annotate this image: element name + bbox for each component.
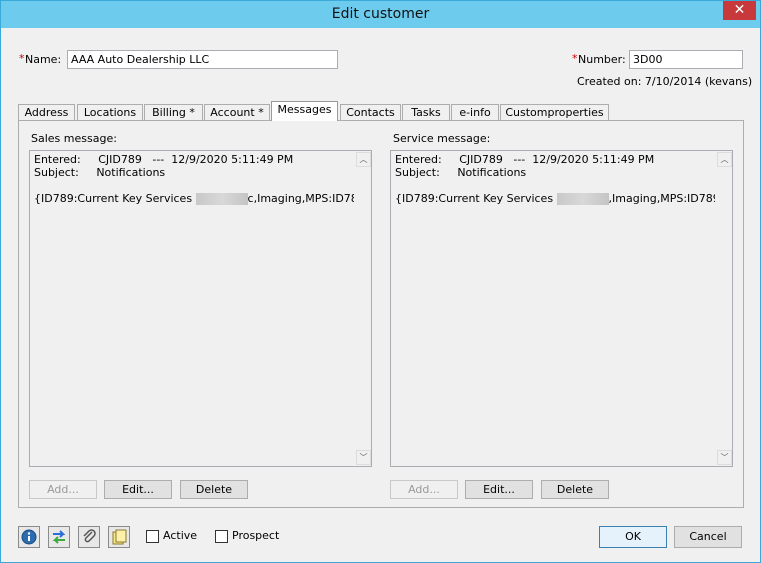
tab-billing[interactable]: Billing * — [144, 104, 203, 120]
service-scrollbar[interactable]: ︿ ﹀ — [715, 151, 732, 466]
number-field[interactable]: 3D00 — [629, 50, 743, 69]
title-bar[interactable]: Edit customer ✕ — [1, 1, 760, 28]
notes-icon — [112, 529, 127, 545]
messages-tab-panel: Sales message: Entered: CJID789 --- 12/9… — [18, 120, 744, 508]
active-checkbox[interactable] — [146, 530, 159, 543]
service-body-prefix: {ID789:Current Key Services — [395, 192, 557, 205]
tab-messages[interactable]: Messages — [271, 101, 338, 121]
ok-button[interactable]: OK — [599, 526, 667, 548]
close-button[interactable]: ✕ — [723, 1, 756, 20]
service-add-button[interactable]: Add... — [390, 480, 458, 499]
scroll-down-icon[interactable]: ﹀ — [717, 450, 732, 465]
sales-message-label: Sales message: — [31, 132, 117, 145]
name-label: Name: — [25, 53, 62, 66]
swap-button[interactable] — [48, 526, 70, 548]
name-required-marker: * — [19, 52, 25, 65]
tab-e-info[interactable]: e-info — [451, 104, 499, 120]
prospect-label: Prospect — [232, 529, 280, 542]
redacted-text — [556, 193, 609, 205]
active-label: Active — [163, 529, 198, 542]
service-subject-value: Notifications — [457, 166, 527, 179]
tab-address[interactable]: Address — [18, 104, 75, 120]
window-title: Edit customer — [331, 6, 430, 22]
name-field[interactable]: AAA Auto Dealership LLC — [67, 50, 338, 69]
service-entered-value: CJID789 --- 12/9/2020 5:11:49 PM — [459, 153, 655, 166]
service-message-content: Entered: CJID789 --- 12/9/2020 5:11:49 P… — [395, 153, 727, 205]
sales-subject-value: Notifications — [96, 166, 166, 179]
scroll-up-icon[interactable]: ︿ — [356, 152, 371, 167]
scroll-down-icon[interactable]: ﹀ — [356, 450, 371, 465]
sales-edit-button[interactable]: Edit... — [104, 480, 172, 499]
info-button[interactable] — [18, 526, 40, 548]
number-required-marker: * — [572, 52, 578, 65]
notes-button[interactable] — [108, 526, 130, 548]
service-body-suffix: ,Imaging,MPS:ID789} — [608, 192, 727, 205]
info-icon — [21, 529, 37, 545]
dialog-body: * Name: AAA Auto Dealership LLC * Number… — [1, 28, 760, 562]
service-delete-button[interactable]: Delete — [541, 480, 609, 499]
created-on-text: Created on: 7/10/2014 (kevans) — [577, 75, 753, 88]
edit-customer-window: Edit customer ✕ * Name: AAA Auto Dealers… — [0, 0, 761, 563]
tab-account[interactable]: Account * — [204, 104, 270, 120]
service-subject-label: Subject: — [395, 166, 440, 179]
sales-message-box[interactable]: Entered: CJID789 --- 12/9/2020 5:11:49 P… — [29, 150, 372, 467]
tab-contacts[interactable]: Contacts — [340, 104, 401, 120]
sales-subject-label: Subject: — [34, 166, 79, 179]
number-label: Number: — [578, 53, 626, 66]
sales-delete-button[interactable]: Delete — [180, 480, 248, 499]
redacted-text — [195, 193, 248, 205]
service-edit-button[interactable]: Edit... — [465, 480, 533, 499]
prospect-checkbox[interactable] — [215, 530, 228, 543]
sales-message-content: Entered: CJID789 --- 12/9/2020 5:11:49 P… — [34, 153, 371, 205]
cancel-button[interactable]: Cancel — [674, 526, 742, 548]
sales-scrollbar[interactable]: ︿ ﹀ — [354, 151, 371, 466]
attachment-button[interactable] — [78, 526, 100, 548]
tab-locations[interactable]: Locations — [77, 104, 143, 120]
service-entered-label: Entered: — [395, 153, 442, 166]
sales-entered-label: Entered: — [34, 153, 81, 166]
sales-body-prefix: {ID789:Current Key Services — [34, 192, 196, 205]
sales-add-button[interactable]: Add... — [29, 480, 97, 499]
sales-entered-value: CJID789 --- 12/9/2020 5:11:49 PM — [98, 153, 294, 166]
tab-customproperties[interactable]: Customproperties — [500, 104, 609, 120]
service-message-box[interactable]: Entered: CJID789 --- 12/9/2020 5:11:49 P… — [390, 150, 733, 467]
swap-icon — [52, 530, 66, 544]
scroll-up-icon[interactable]: ︿ — [717, 152, 732, 167]
service-message-label: Service message: — [393, 132, 491, 145]
tab-tasks[interactable]: Tasks — [402, 104, 450, 120]
attachment-icon — [83, 529, 96, 543]
